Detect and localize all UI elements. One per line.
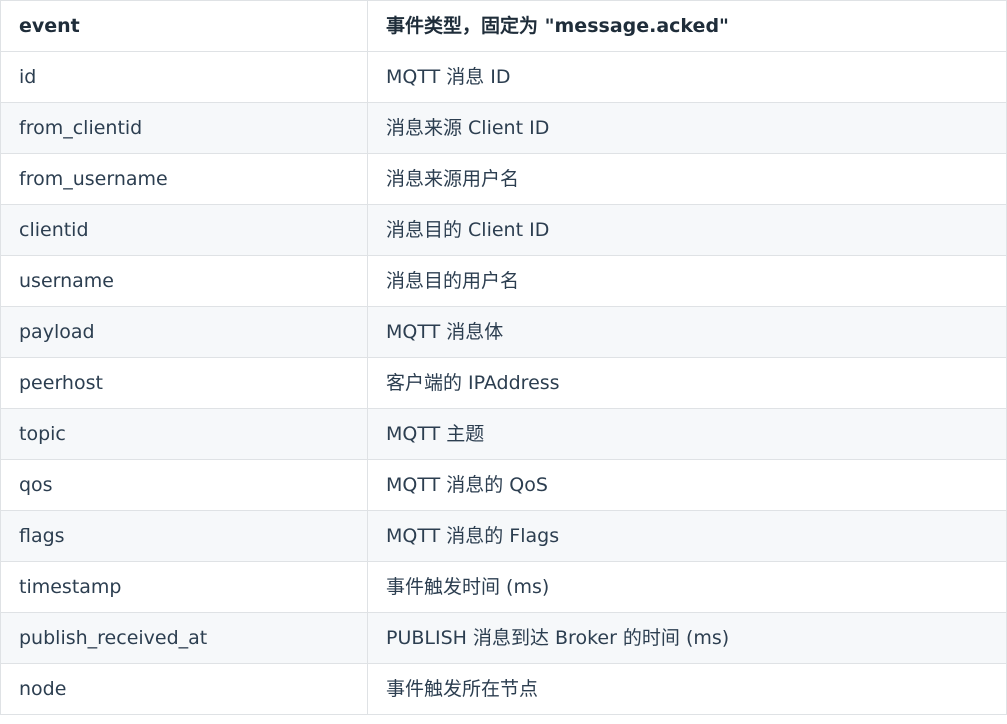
field-description-cell: MQTT 主题	[367, 408, 1007, 460]
table-row: publish_received_at PUBLISH 消息到达 Broker …	[0, 612, 1007, 664]
field-name-cell: topic	[0, 408, 368, 460]
field-name-cell: qos	[0, 459, 368, 511]
field-description-cell: MQTT 消息的 QoS	[367, 459, 1007, 511]
field-name-cell: payload	[0, 306, 368, 358]
field-description-cell: MQTT 消息的 Flags	[367, 510, 1007, 562]
table-row: qos MQTT 消息的 QoS	[0, 459, 1007, 511]
event-fields-table: event 事件类型，固定为 "message.acked" id MQTT 消…	[0, 0, 1007, 715]
field-name-cell: peerhost	[0, 357, 368, 409]
field-name-cell: clientid	[0, 204, 368, 256]
field-description-cell: 消息目的用户名	[367, 255, 1007, 307]
table-row: from_clientid 消息来源 Client ID	[0, 102, 1007, 154]
table-row: peerhost 客户端的 IPAddress	[0, 357, 1007, 409]
table-row: timestamp 事件触发时间 (ms)	[0, 561, 1007, 613]
table-header-row: event 事件类型，固定为 "message.acked"	[0, 0, 1007, 52]
table-row: payload MQTT 消息体	[0, 306, 1007, 358]
field-name-cell: from_clientid	[0, 102, 368, 154]
field-name-cell: publish_received_at	[0, 612, 368, 664]
field-name-cell: from_username	[0, 153, 368, 205]
table-row: node 事件触发所在节点	[0, 663, 1007, 715]
field-name-cell: id	[0, 51, 368, 103]
field-name-cell: node	[0, 663, 368, 715]
field-name-cell: username	[0, 255, 368, 307]
field-description-cell: MQTT 消息体	[367, 306, 1007, 358]
table-row: username 消息目的用户名	[0, 255, 1007, 307]
header-field-cell: event	[0, 0, 368, 52]
field-description-cell: 消息目的 Client ID	[367, 204, 1007, 256]
table-row: topic MQTT 主题	[0, 408, 1007, 460]
field-name-cell: flags	[0, 510, 368, 562]
field-description-cell: 事件触发所在节点	[367, 663, 1007, 715]
field-description-cell: 事件触发时间 (ms)	[367, 561, 1007, 613]
table-row: clientid 消息目的 Client ID	[0, 204, 1007, 256]
field-name-cell: timestamp	[0, 561, 368, 613]
table-row: id MQTT 消息 ID	[0, 51, 1007, 103]
table-row: flags MQTT 消息的 Flags	[0, 510, 1007, 562]
field-description-cell: 消息来源 Client ID	[367, 102, 1007, 154]
table-row: from_username 消息来源用户名	[0, 153, 1007, 205]
header-description-cell: 事件类型，固定为 "message.acked"	[367, 0, 1007, 52]
field-description-cell: MQTT 消息 ID	[367, 51, 1007, 103]
field-description-cell: 客户端的 IPAddress	[367, 357, 1007, 409]
field-description-cell: PUBLISH 消息到达 Broker 的时间 (ms)	[367, 612, 1007, 664]
field-description-cell: 消息来源用户名	[367, 153, 1007, 205]
